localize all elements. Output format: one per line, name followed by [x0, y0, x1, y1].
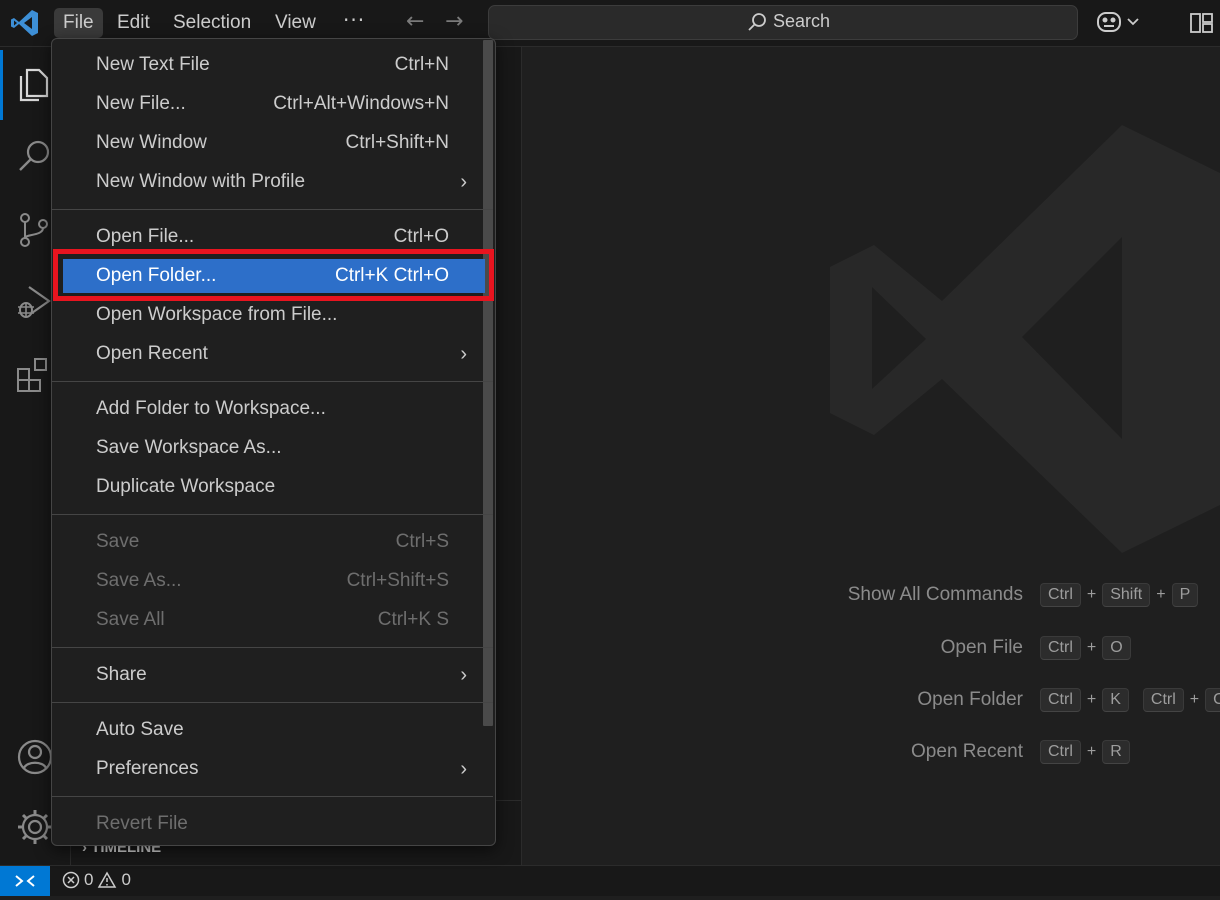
vscode-watermark-icon [830, 125, 1220, 553]
menu-separator [52, 381, 493, 382]
menu-view[interactable]: View [266, 8, 325, 38]
menu-item-new-window-with-profile[interactable]: New Window with Profile › [52, 165, 493, 199]
kbd-key: K [1102, 688, 1129, 712]
menu-item-open-folder[interactable]: Open Folder... Ctrl+K Ctrl+O [63, 259, 485, 293]
warning-count: 0 [121, 870, 131, 889]
menu-separator [52, 796, 493, 797]
search-label: Search [773, 11, 831, 31]
search-icon [748, 12, 766, 31]
kbd-key: O [1205, 688, 1220, 712]
menu-item-save-as[interactable]: Save As... Ctrl+Shift+S [52, 564, 493, 598]
editor-area: Show All Commands Ctrl + Shift + P Open Fi… [522, 47, 1220, 865]
menu-separator [52, 514, 493, 515]
shortcut-label: Open File [940, 637, 1023, 658]
explorer-icon[interactable] [15, 65, 55, 105]
kbd-key: R [1102, 740, 1130, 764]
remote-icon [15, 875, 35, 887]
menu-item-share[interactable]: Share › [52, 658, 493, 692]
warning-icon [98, 871, 117, 888]
vscode-logo-icon [11, 10, 38, 36]
submenu-chevron-icon: › [460, 758, 467, 780]
menu-item-save-workspace-as[interactable]: Save Workspace As... [52, 431, 493, 465]
account-icon[interactable] [15, 737, 55, 777]
error-icon [62, 871, 80, 889]
menu-selection[interactable]: Selection [164, 8, 260, 38]
settings-gear-icon[interactable] [15, 807, 55, 847]
problems-indicator[interactable]: 0 0 [62, 870, 131, 890]
extensions-icon[interactable] [15, 355, 55, 395]
menu-item-open-recent[interactable]: Open Recent › [52, 337, 493, 371]
source-control-icon[interactable] [15, 210, 55, 250]
menu-separator [52, 702, 493, 703]
kbd-key: P [1171, 583, 1199, 607]
shortcut-open-recent: Open Recent Ctrl + R [822, 737, 1130, 767]
remote-indicator[interactable] [0, 866, 50, 896]
menu-item-save-all[interactable]: Save All Ctrl+K S [52, 603, 493, 637]
active-indicator [0, 50, 3, 120]
menu-separator [52, 209, 493, 210]
shortcut-label: Show All Commands [847, 584, 1023, 605]
kbd-key: Ctrl [1040, 583, 1081, 607]
kbd-key: Shift [1102, 583, 1151, 607]
shortcut-label: Open Recent [911, 741, 1023, 762]
menu-item-add-folder-to-workspace[interactable]: Add Folder to Workspace... [52, 392, 493, 426]
status-bar: 0 0 [0, 865, 1220, 896]
menu-item-open-file[interactable]: Open File... Ctrl+O [52, 220, 493, 254]
shortcut-show-all-commands: Show All Commands Ctrl + Shift + P [822, 580, 1199, 610]
shortcut-label: Open Folder [917, 689, 1023, 710]
menu-item-open-workspace-from-file[interactable]: Open Workspace from File... [52, 298, 493, 332]
menu-item-preferences[interactable]: Preferences › [52, 752, 493, 786]
kbd-key: Ctrl [1040, 740, 1081, 764]
menu-item-new-file[interactable]: New File... Ctrl+Alt+Windows+N [52, 87, 493, 121]
more-menu-button[interactable]: ··· [343, 8, 365, 32]
submenu-chevron-icon: › [460, 664, 467, 686]
submenu-chevron-icon: › [460, 343, 467, 365]
menu-item-duplicate-workspace[interactable]: Duplicate Workspace [52, 470, 493, 504]
menu-item-new-window[interactable]: New Window Ctrl+Shift+N [52, 126, 493, 160]
kbd-key: Ctrl [1040, 688, 1081, 712]
menu-item-auto-save[interactable]: Auto Save [52, 713, 493, 747]
back-arrow-icon[interactable]: ← [406, 9, 424, 34]
kbd-key: O [1102, 636, 1131, 660]
kbd-key: Ctrl [1040, 636, 1081, 660]
forward-arrow-icon[interactable]: → [445, 9, 463, 34]
menu-separator [52, 647, 493, 648]
menu-edit[interactable]: Edit [108, 8, 159, 38]
menu-item-save[interactable]: Save Ctrl+S [52, 525, 493, 559]
error-count: 0 [84, 870, 94, 889]
layout-toggle-icon[interactable] [1190, 12, 1214, 34]
menu-file[interactable]: File [54, 8, 103, 38]
kbd-key: Ctrl [1142, 688, 1184, 712]
shortcut-open-file: Open File Ctrl + O [822, 633, 1131, 663]
search-view-icon[interactable] [15, 137, 55, 177]
copilot-icon[interactable] [1096, 9, 1142, 35]
shortcut-open-folder: Open Folder Ctrl + K Ctrl + O [822, 685, 1220, 715]
menu-item-new-text-file[interactable]: New Text File Ctrl+N [52, 48, 493, 82]
menu-item-revert-file[interactable]: Revert File [52, 807, 493, 841]
submenu-chevron-icon: › [460, 171, 467, 193]
run-debug-icon[interactable] [15, 283, 55, 323]
command-center-search[interactable]: Search [488, 5, 1078, 40]
